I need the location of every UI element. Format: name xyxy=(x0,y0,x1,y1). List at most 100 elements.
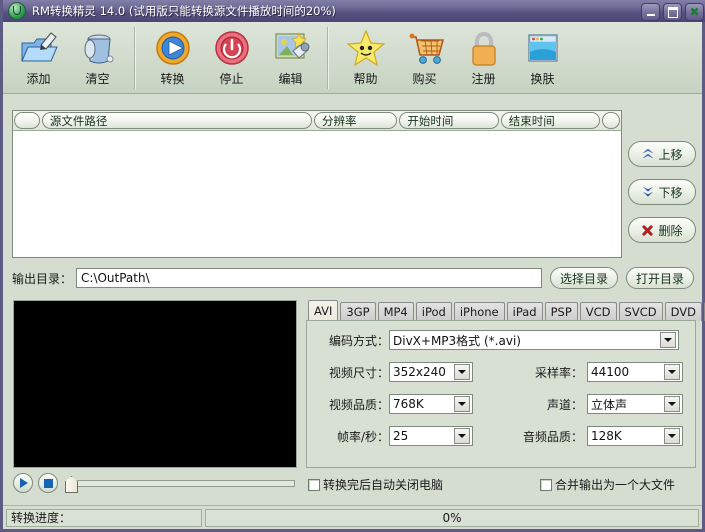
chevron-down-icon[interactable] xyxy=(664,364,680,380)
video-quality-label: 视频品质： xyxy=(317,396,389,413)
move-up-label: 上移 xyxy=(658,146,682,163)
preview-controls xyxy=(13,472,298,494)
stop-button[interactable] xyxy=(38,473,58,493)
trash-can-icon xyxy=(76,27,120,69)
file-list[interactable]: 源文件路径 分辨率 开始时间 结束时间 xyxy=(12,110,622,258)
help-star-icon xyxy=(344,27,388,69)
buy-cart-icon xyxy=(403,27,447,69)
chevron-down-icon[interactable] xyxy=(664,396,680,412)
tab-vcd[interactable]: VCD xyxy=(580,302,617,321)
title-bar: RM转换精灵 14.0 (试用版只能转换源文件播放时间的20%) ✖ xyxy=(3,0,705,22)
merge-output-label: 合并输出为一个大文件 xyxy=(555,476,675,493)
frame-rate-combobox[interactable]: 25 xyxy=(389,426,473,446)
chevron-down-icon[interactable] xyxy=(660,332,676,348)
sample-rate-combobox[interactable]: 44100 xyxy=(587,362,683,382)
tab-3gp[interactable]: 3GP xyxy=(340,302,375,321)
tab-psp[interactable]: PSP xyxy=(545,302,578,321)
codec-combobox[interactable]: DivX+MP3格式 (*.avi) xyxy=(389,330,679,350)
delete-button[interactable]: 删除 xyxy=(628,217,696,243)
toolbar-button-convert[interactable]: 转换 xyxy=(143,27,202,87)
tab-ipod[interactable]: iPod xyxy=(416,302,452,321)
choose-directory-button[interactable]: 选择目录 xyxy=(550,267,618,289)
video-size-combobox[interactable]: 352x240 xyxy=(389,362,473,382)
toolbar-button-stop[interactable]: 停止 xyxy=(202,27,261,87)
open-directory-button[interactable]: 打开目录 xyxy=(626,267,694,289)
maximize-button[interactable] xyxy=(663,3,682,21)
column-header-start-time[interactable]: 开始时间 xyxy=(399,112,498,129)
merge-output-checkbox[interactable]: 合并输出为一个大文件 xyxy=(540,476,675,493)
toolbar-button-edit[interactable]: 编辑 xyxy=(261,27,320,87)
settings-row-framerate-audio: 帧率/秒： 25 音频品质： 128K xyxy=(307,423,695,449)
minimize-button[interactable] xyxy=(641,3,660,21)
move-down-button[interactable]: 下移 xyxy=(628,179,696,205)
sample-rate-label: 采样率： xyxy=(473,364,587,381)
video-size-label: 视频尺寸： xyxy=(317,364,389,381)
edit-picture-icon xyxy=(269,27,313,69)
convert-play-icon xyxy=(151,27,195,69)
checkbox-icon[interactable] xyxy=(540,479,552,491)
audio-quality-value: 128K xyxy=(591,429,664,443)
toolbar-button-buy[interactable]: 购买 xyxy=(395,27,454,87)
progress-label-panel: 转换进度： xyxy=(6,509,202,527)
tab-mp4[interactable]: MP4 xyxy=(378,302,414,321)
column-header-source-path[interactable]: 源文件路径 xyxy=(42,112,312,129)
toolbar-label-buy: 购买 xyxy=(412,70,436,87)
chevron-down-icon[interactable] xyxy=(454,428,470,444)
chevron-down-icon[interactable] xyxy=(664,428,680,444)
skin-window-icon xyxy=(521,27,565,69)
application-window: RM转换精灵 14.0 (试用版只能转换源文件播放时间的20%) ✖ 添加 xyxy=(0,0,705,532)
column-header-end-time[interactable]: 结束时间 xyxy=(501,112,600,129)
move-up-button[interactable]: 上移 xyxy=(628,141,696,167)
tab-dvd[interactable]: DVD xyxy=(665,302,702,321)
progress-value-panel: 0% xyxy=(205,509,699,527)
register-lock-icon xyxy=(462,27,506,69)
delete-label: 删除 xyxy=(658,222,682,239)
toolbar-label-stop: 停止 xyxy=(219,70,243,87)
file-list-body[interactable] xyxy=(13,131,621,257)
tab-avi[interactable]: AVI xyxy=(308,300,338,321)
audio-quality-combobox[interactable]: 128K xyxy=(587,426,683,446)
column-header-resolution[interactable]: 分辨率 xyxy=(314,112,397,129)
chevron-down-icon[interactable] xyxy=(454,396,470,412)
video-quality-combobox[interactable]: 768K xyxy=(389,394,473,414)
audio-quality-label: 音频品质： xyxy=(473,428,587,445)
settings-row-quality-channel: 视频品质： 768K 声道： 立体声 xyxy=(307,391,695,417)
toolbar-button-skin[interactable]: 换肤 xyxy=(513,27,572,87)
column-header-tail[interactable] xyxy=(602,112,620,129)
toolbar-button-clear[interactable]: 清空 xyxy=(68,27,127,87)
sample-rate-value: 44100 xyxy=(591,365,664,379)
shutdown-after-convert-checkbox[interactable]: 转换完后自动关闭电脑 xyxy=(308,476,443,493)
close-button[interactable]: ✖ xyxy=(685,3,704,21)
video-quality-value: 768K xyxy=(393,397,454,411)
play-button[interactable] xyxy=(13,473,33,493)
output-directory-label: 输出目录： xyxy=(12,270,72,287)
format-tabs: AVI 3GP MP4 iPod iPhone iPad PSP VCD SVC… xyxy=(308,301,694,321)
toolbar-button-register[interactable]: 注册 xyxy=(454,27,513,87)
channel-combobox[interactable]: 立体声 xyxy=(587,394,683,414)
toolbar-label-help: 帮助 xyxy=(353,70,377,87)
delete-x-icon xyxy=(641,224,654,237)
list-action-buttons: 上移 下移 删除 xyxy=(628,141,698,255)
codec-value: DivX+MP3格式 (*.avi) xyxy=(393,332,660,349)
file-list-header: 源文件路径 分辨率 开始时间 结束时间 xyxy=(13,111,621,131)
output-directory-input[interactable] xyxy=(76,268,542,288)
seek-slider[interactable] xyxy=(63,476,298,490)
video-preview[interactable] xyxy=(13,300,297,468)
toolbar-separator-2 xyxy=(327,27,329,89)
toolbar-button-add[interactable]: 添加 xyxy=(9,27,68,87)
column-header-grip[interactable] xyxy=(14,112,40,129)
frame-rate-label: 帧率/秒： xyxy=(317,428,389,445)
tab-iphone[interactable]: iPhone xyxy=(454,302,505,321)
tab-ipad[interactable]: iPad xyxy=(507,302,543,321)
main-toolbar: 添加 清空 转换 xyxy=(3,22,702,94)
status-bar: 转换进度： 0% xyxy=(3,505,702,529)
encoding-settings-panel: 编码方式： DivX+MP3格式 (*.avi) 视频尺寸： 352x240 采… xyxy=(306,320,696,468)
tab-svcd[interactable]: SVCD xyxy=(619,302,663,321)
toolbar-button-help[interactable]: 帮助 xyxy=(336,27,395,87)
toolbar-label-convert: 转换 xyxy=(160,70,184,87)
seek-slider-track[interactable] xyxy=(73,480,295,487)
add-folder-icon xyxy=(17,27,61,69)
codec-label: 编码方式： xyxy=(317,332,389,349)
chevron-down-icon[interactable] xyxy=(454,364,470,380)
checkbox-icon[interactable] xyxy=(308,479,320,491)
